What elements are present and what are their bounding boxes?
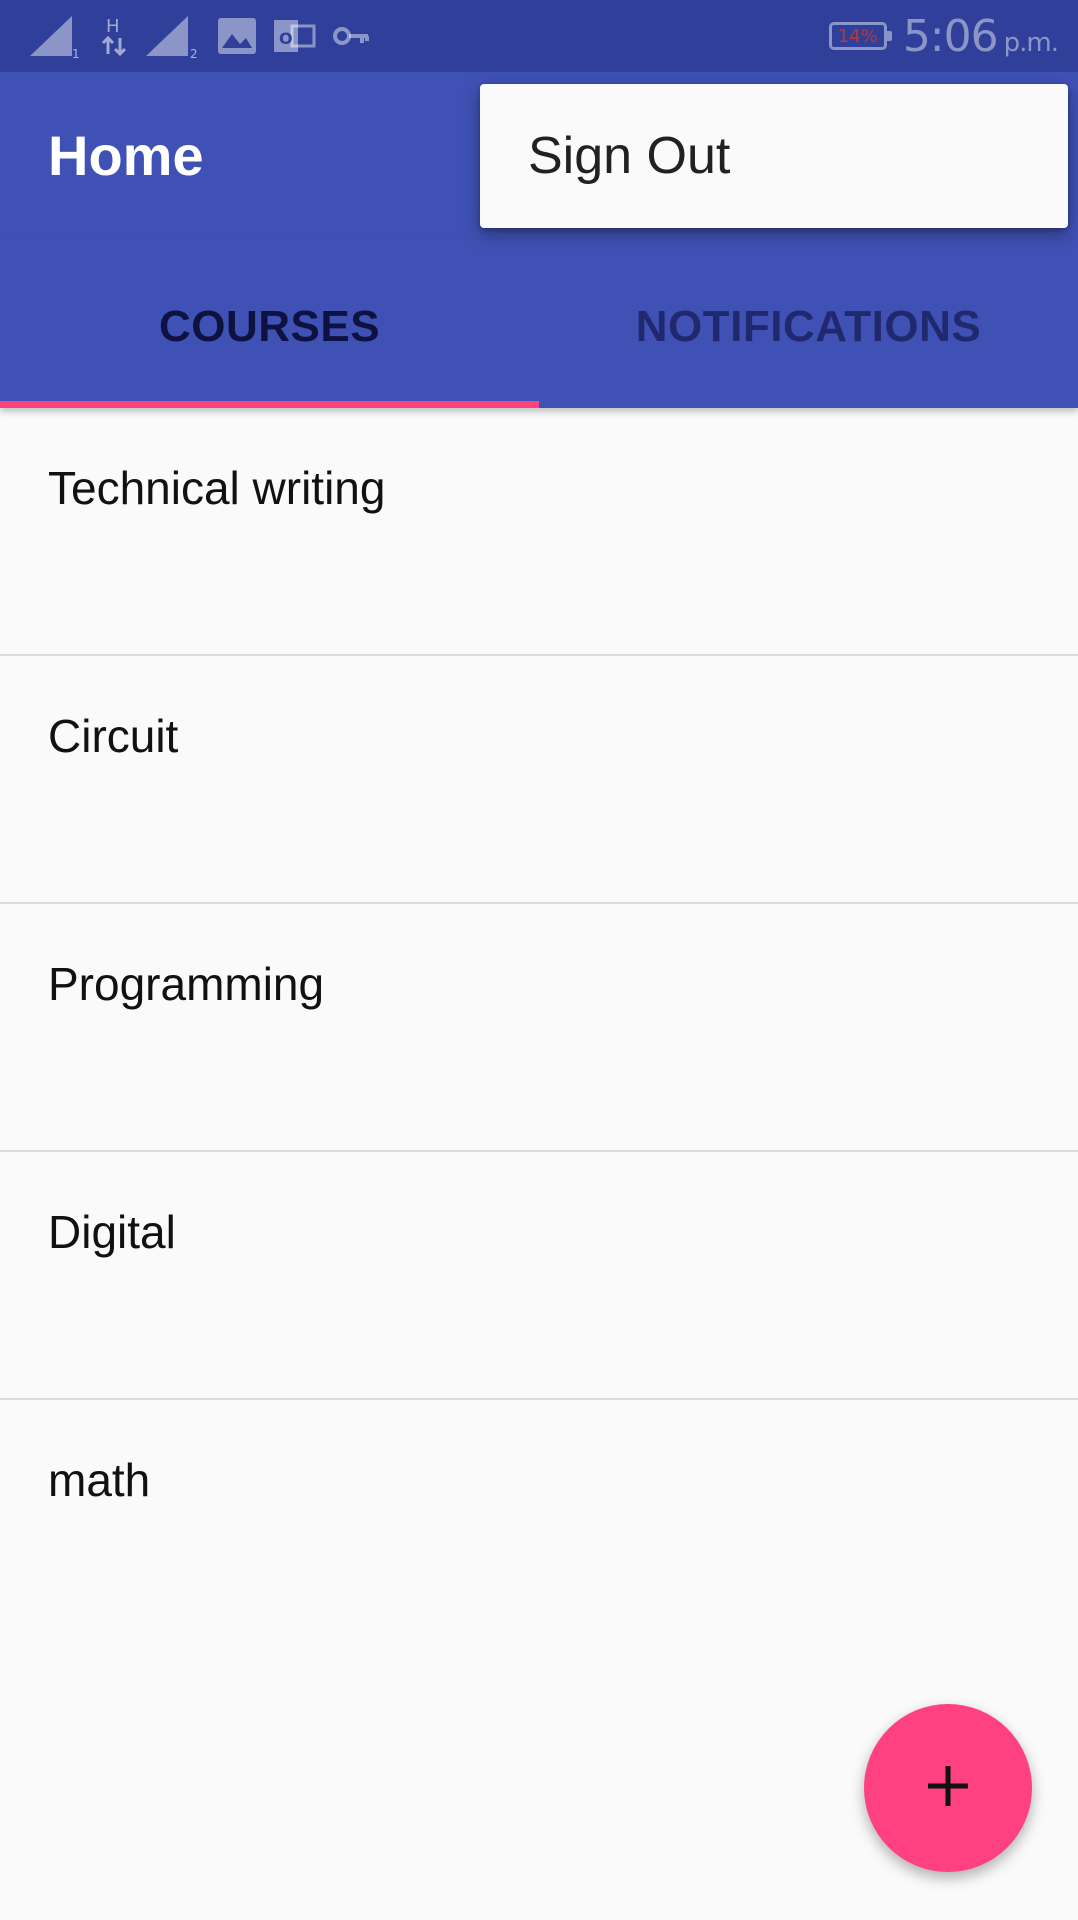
- vpn-key-icon: [332, 16, 372, 56]
- svg-text:O: O: [279, 29, 293, 48]
- course-name: Circuit: [48, 710, 179, 762]
- svg-text:1: 1: [72, 47, 80, 58]
- course-name: math: [48, 1454, 151, 1506]
- tab-bar: COURSES NOTIFICATIONS: [0, 240, 1078, 408]
- tab-courses[interactable]: COURSES: [0, 240, 539, 408]
- battery-level: 14%: [837, 25, 878, 47]
- status-right: 14% 5:06 p.m.: [828, 10, 1059, 62]
- course-name: Digital: [48, 1206, 176, 1258]
- h-data-icon: H: [100, 14, 130, 58]
- add-course-fab[interactable]: [864, 1704, 1032, 1872]
- gallery-icon: [216, 16, 258, 56]
- status-icons: 1 H 2 O: [28, 14, 372, 58]
- course-item-programming[interactable]: Programming: [0, 904, 1078, 1152]
- clock: 5:06 p.m.: [902, 10, 1059, 62]
- svg-text:2: 2: [190, 47, 198, 58]
- plus-icon: [924, 1762, 972, 1815]
- tab-courses-label: COURSES: [158, 302, 381, 351]
- course-item-math[interactable]: math: [0, 1400, 1078, 1648]
- status-bar: 1 H 2 O 14% 5:06 p.m.: [0, 0, 1078, 72]
- clock-time: 5:06: [902, 10, 999, 62]
- battery-icon: 14%: [828, 22, 892, 50]
- clock-ampm: p.m.: [1003, 27, 1059, 58]
- outlook-icon: O: [272, 16, 318, 56]
- tab-notifications[interactable]: NOTIFICATIONS: [539, 240, 1078, 408]
- tab-notifications-label: NOTIFICATIONS: [635, 302, 982, 351]
- course-item-circuit[interactable]: Circuit: [0, 656, 1078, 904]
- course-list: Technical writing Circuit Programming Di…: [0, 408, 1078, 1648]
- sign-out-menu-item[interactable]: Sign Out: [528, 126, 730, 186]
- overflow-menu: Sign Out: [480, 84, 1068, 228]
- svg-text:H: H: [106, 16, 120, 37]
- signal-sim2-icon: 2: [144, 14, 202, 58]
- course-name: Technical writing: [48, 462, 386, 514]
- course-name: Programming: [48, 958, 325, 1010]
- course-item-digital[interactable]: Digital: [0, 1152, 1078, 1400]
- page-title: Home: [48, 124, 204, 187]
- tab-selected-indicator: [0, 401, 539, 408]
- signal-sim1-icon: 1: [28, 14, 86, 58]
- course-item-technical-writing[interactable]: Technical writing: [0, 408, 1078, 656]
